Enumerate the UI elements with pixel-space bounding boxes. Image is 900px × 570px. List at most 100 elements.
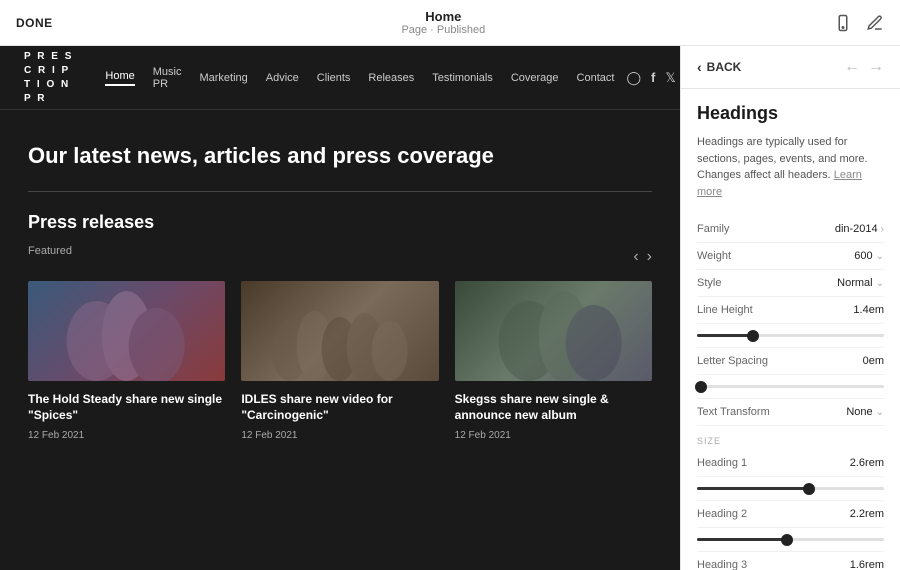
text-transform-row: Text Transform None ⌄ [697,399,884,426]
panel-description: Headings are typically used for sections… [697,134,884,200]
heading1-value: 2.6rem [850,457,884,469]
letter-spacing-slider-row [697,375,884,399]
carousel-controls: ‹ › [633,248,652,266]
back-label: BACK [707,60,742,74]
carousel-prev[interactable]: ‹ [633,248,638,266]
nav-music-pr[interactable]: Music PR [153,66,182,90]
card-image-2 [241,281,438,381]
done-button[interactable]: DONE [16,16,53,30]
edit-button[interactable] [866,14,884,32]
card-title-1: The Hold Steady share new single "Spices… [28,391,225,425]
panel-back-arrow[interactable]: ← [844,58,860,76]
press-section-title: Press releases [28,212,652,233]
preview-pane: P R E SC R I PT I O NP R Home Music PR M… [0,46,680,570]
nav-clients[interactable]: Clients [317,72,351,84]
heading3-row: Heading 3 1.6rem [697,552,884,570]
nav-links: Home Music PR Marketing Advice Clients R… [105,66,614,90]
heading3-value: 1.6rem [850,559,884,570]
text-transform-chevron: ⌄ [876,407,884,418]
nav-home[interactable]: Home [105,70,134,86]
site-navigation: P R E SC R I PT I O NP R Home Music PR M… [0,46,680,110]
panel-title: Headings [697,103,884,124]
top-bar: DONE Home Page · Published [0,0,900,46]
divider [28,191,652,192]
nav-coverage[interactable]: Coverage [511,72,559,84]
card-date-1: 12 Feb 2021 [28,430,225,441]
heading2-thumb[interactable] [781,534,793,546]
weight-label: Weight [697,250,731,262]
heading2-value: 2.2rem [850,508,884,520]
nav-testimonials[interactable]: Testimonials [432,72,493,84]
style-value[interactable]: Normal ⌄ [837,277,884,289]
chevron-left-icon: ‹ [697,59,702,75]
text-transform-value[interactable]: None ⌄ [846,406,884,418]
panel-forward-arrow[interactable]: → [868,58,884,76]
size-section-label: SIZE [697,426,884,450]
hero-title: Our latest news, articles and press cove… [28,142,652,171]
style-row: Style Normal ⌄ [697,270,884,297]
family-value[interactable]: din-2014 › [835,223,884,235]
nav-advice[interactable]: Advice [266,72,299,84]
heading1-label: Heading 1 [697,457,747,469]
nav-marketing[interactable]: Marketing [199,72,247,84]
heading1-slider-row [697,477,884,501]
text-transform-label: Text Transform [697,406,770,418]
nav-releases[interactable]: Releases [368,72,414,84]
page-info: Home Page · Published [401,9,485,36]
site-content: Our latest news, articles and press cove… [0,110,680,570]
site-logo: P R E SC R I PT I O NP R [24,50,73,106]
letter-spacing-row: Letter Spacing 0em [697,348,884,375]
family-label: Family [697,223,729,235]
heading2-fill [697,538,787,541]
page-title: Home [401,9,485,24]
family-row: Family din-2014 › [697,216,884,243]
style-label: Style [697,277,721,289]
line-height-label: Line Height [697,304,753,316]
facebook-icon[interactable]: f [651,70,655,85]
card-title-2: IDLES share new video for "Carcinogenic" [241,391,438,425]
card-date-2: 12 Feb 2021 [241,430,438,441]
page-status: Page · Published [401,24,485,36]
cards-row: The Hold Steady share new single "Spices… [28,281,652,442]
card-image-1 [28,281,225,381]
panel-body: Headings Headings are typically used for… [681,89,900,570]
card-2: IDLES share new video for "Carcinogenic"… [241,281,438,442]
style-chevron: ⌄ [876,278,884,289]
topbar-actions [834,14,884,32]
heading2-label: Heading 2 [697,508,747,520]
heading2-slider-row [697,528,884,552]
back-button[interactable]: ‹ BACK [697,59,741,75]
featured-label: Featured [28,245,72,257]
line-height-thumb[interactable] [747,330,759,342]
panel-nav-buttons: ← → [844,58,884,76]
family-arrow: › [881,224,884,235]
line-height-slider[interactable] [697,334,884,337]
card-image-3 [455,281,652,381]
weight-chevron: ⌄ [876,251,884,262]
line-height-slider-row [697,324,884,348]
heading2-row: Heading 2 2.2rem [697,501,884,528]
line-height-row: Line Height 1.4em [697,297,884,324]
line-height-value: 1.4em [853,304,884,316]
heading1-thumb[interactable] [803,483,815,495]
heading2-slider[interactable] [697,538,884,541]
heading3-label: Heading 3 [697,559,747,570]
instagram-icon[interactable]: ◯ [626,70,641,86]
card-date-3: 12 Feb 2021 [455,430,652,441]
card-title-3: Skegss share new single & announce new a… [455,391,652,425]
heading1-fill [697,487,809,490]
letter-spacing-value: 0em [863,355,884,367]
right-panel: ‹ BACK ← → Headings Headings are typical… [680,46,900,570]
weight-value[interactable]: 600 ⌄ [854,250,884,262]
twitter-icon[interactable]: 𝕏 [665,70,675,86]
letter-spacing-label: Letter Spacing [697,355,768,367]
learn-more-link[interactable]: Learn more [697,169,862,198]
carousel-next[interactable]: › [647,248,652,266]
letter-spacing-thumb[interactable] [695,381,707,393]
nav-contact[interactable]: Contact [577,72,615,84]
mobile-preview-button[interactable] [834,14,852,32]
heading1-slider[interactable] [697,487,884,490]
card-3: Skegss share new single & announce new a… [455,281,652,442]
letter-spacing-slider[interactable] [697,385,884,388]
panel-header: ‹ BACK ← → [681,46,900,89]
